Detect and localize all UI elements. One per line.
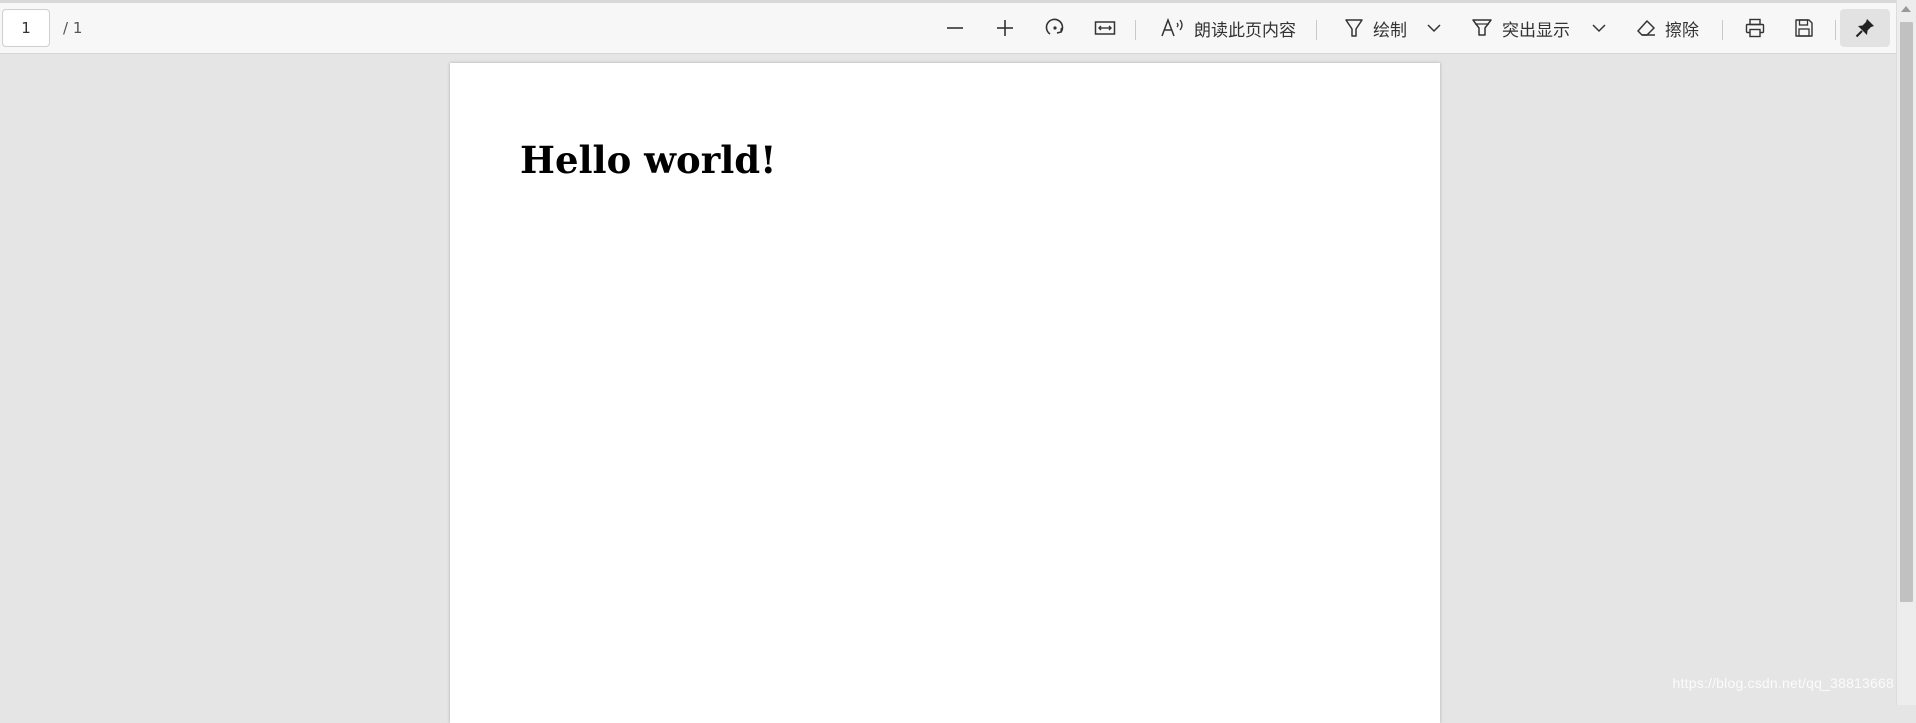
fit-width-icon: [1094, 21, 1116, 35]
pin-toolbar-button[interactable]: [1840, 9, 1890, 47]
vertical-scrollbar[interactable]: [1896, 0, 1916, 705]
chevron-down-icon: [1427, 24, 1441, 33]
fit-width-button[interactable]: [1087, 9, 1123, 47]
rotate-button[interactable]: [1037, 9, 1073, 47]
eraser-icon: [1637, 20, 1655, 36]
page-total-label: / 1: [63, 19, 83, 37]
print-button[interactable]: [1735, 9, 1775, 47]
save-button[interactable]: [1784, 9, 1824, 47]
pdf-toolbar: 1 / 1 朗读此页内容 绘制 突出显示 擦除: [0, 0, 1896, 54]
read-aloud-label: 朗读此页内容: [1194, 20, 1296, 41]
watermark-text: https://blog.csdn.net/qq_38813668: [1672, 675, 1894, 691]
read-aloud-icon: [1161, 17, 1183, 37]
save-icon: [1795, 19, 1813, 37]
page-number-input[interactable]: 1: [2, 9, 50, 47]
minus-icon: [947, 27, 963, 29]
print-icon: [1745, 18, 1765, 38]
toolbar-separator: [1722, 20, 1723, 40]
draw-label: 绘制: [1373, 20, 1407, 41]
document-heading: Hello world!: [520, 138, 777, 182]
draw-icon: [1345, 19, 1363, 37]
highlight-button[interactable]: 突出显示: [1465, 9, 1575, 47]
pin-icon: [1855, 19, 1874, 38]
rotate-icon: [1045, 18, 1064, 35]
toolbar-separator: [1316, 20, 1317, 40]
highlight-label: 突出显示: [1502, 20, 1570, 41]
highlight-icon: [1472, 19, 1492, 36]
erase-button[interactable]: 擦除: [1630, 9, 1704, 47]
highlight-dropdown-button[interactable]: [1585, 9, 1613, 47]
zoom-in-button[interactable]: [987, 9, 1023, 47]
zoom-out-button[interactable]: [937, 9, 973, 47]
read-aloud-button[interactable]: 朗读此页内容: [1155, 9, 1301, 47]
scrollbar-thumb[interactable]: [1900, 22, 1913, 602]
erase-label: 擦除: [1665, 20, 1699, 41]
chevron-down-icon: [1592, 24, 1606, 33]
plus-icon: [997, 20, 1013, 36]
draw-button[interactable]: 绘制: [1335, 9, 1415, 47]
scroll-up-arrow-icon[interactable]: [1901, 6, 1911, 12]
toolbar-separator: [1135, 20, 1136, 40]
draw-dropdown-button[interactable]: [1420, 9, 1448, 47]
toolbar-separator: [1835, 20, 1836, 40]
pdf-page: Hello world!: [450, 63, 1440, 723]
